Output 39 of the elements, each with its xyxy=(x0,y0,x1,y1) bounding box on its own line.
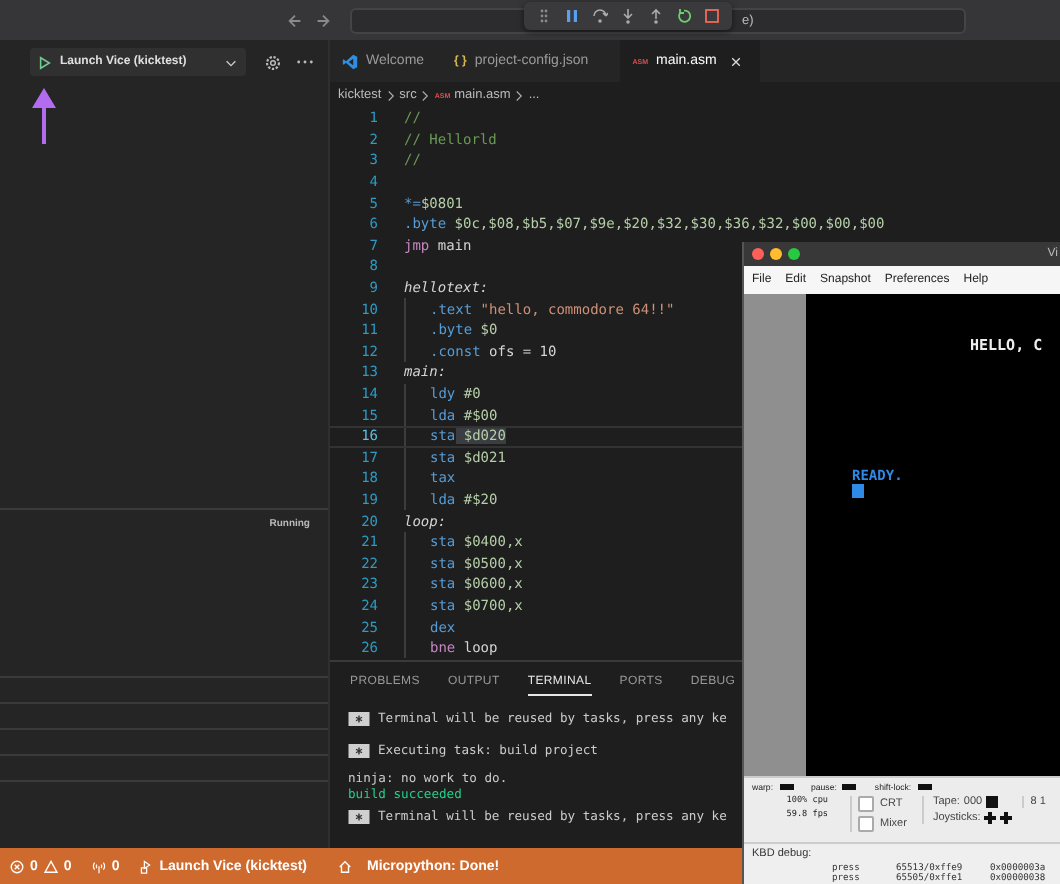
terminal-marker-icon xyxy=(348,712,370,726)
text-cursor xyxy=(852,483,864,498)
settings-icon[interactable] xyxy=(264,53,282,71)
run-icon[interactable] xyxy=(139,859,154,873)
minimize-window-icon[interactable] xyxy=(770,247,782,260)
stop-icon[interactable] xyxy=(704,8,720,24)
chevron-right-icon xyxy=(420,89,431,101)
pause-icon[interactable] xyxy=(564,8,580,24)
play-icon xyxy=(38,55,52,69)
chevron-down-icon xyxy=(224,55,238,69)
step-over-icon[interactable] xyxy=(592,8,608,24)
error-icon[interactable] xyxy=(10,859,24,873)
checkbox[interactable] xyxy=(858,816,874,833)
more-icon[interactable] xyxy=(296,58,314,66)
drag-handle-icon[interactable] xyxy=(536,8,552,24)
app-logo-icon xyxy=(342,53,358,69)
checkbox[interactable] xyxy=(858,796,874,813)
step-out-icon[interactable] xyxy=(648,8,664,24)
terminal-marker-icon xyxy=(348,744,370,758)
chevron-right-icon xyxy=(514,89,525,101)
joystick-icon xyxy=(1000,812,1013,825)
warning-icon[interactable] xyxy=(43,859,58,873)
tape-indicator xyxy=(986,796,999,809)
step-into-icon[interactable] xyxy=(620,8,636,24)
home-icon[interactable] xyxy=(337,859,352,873)
forward-icon[interactable] xyxy=(314,11,332,29)
annotation-arrow xyxy=(32,88,56,144)
back-icon[interactable] xyxy=(286,11,304,29)
indicator-light xyxy=(917,784,932,791)
restart-icon[interactable] xyxy=(676,8,692,24)
indicator-light xyxy=(779,784,794,791)
close-window-icon[interactable] xyxy=(752,247,764,260)
close-icon[interactable] xyxy=(730,55,743,67)
terminal-marker-icon xyxy=(348,810,370,824)
joystick-icon xyxy=(984,812,997,825)
chevron-right-icon xyxy=(385,89,396,101)
maximize-window-icon[interactable] xyxy=(788,247,800,260)
indicator-light xyxy=(842,784,857,791)
broadcast-icon[interactable] xyxy=(91,859,106,873)
